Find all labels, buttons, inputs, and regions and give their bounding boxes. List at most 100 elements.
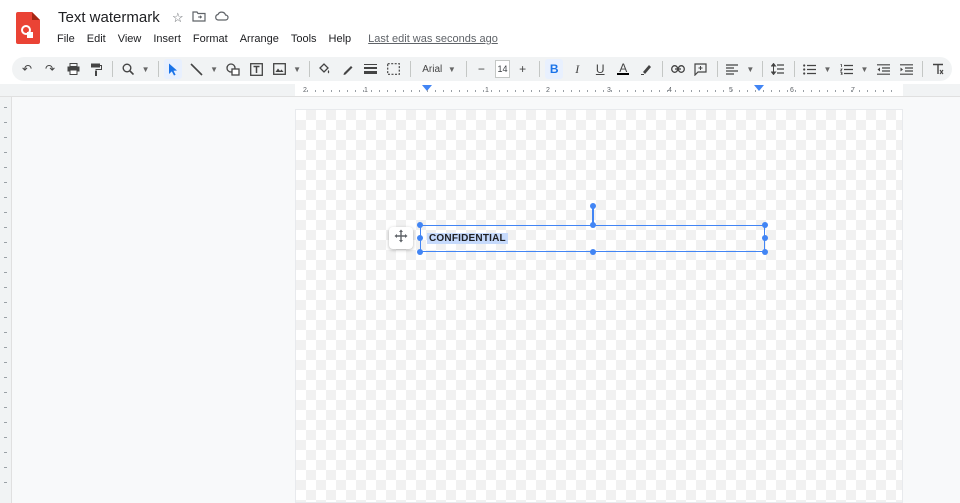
print-icon[interactable] xyxy=(64,59,82,79)
vertical-ruler-tick xyxy=(4,347,7,348)
toolbar-divider xyxy=(465,61,467,77)
image-icon[interactable] xyxy=(270,59,288,79)
zoom-icon[interactable] xyxy=(119,59,137,79)
text-box-icon[interactable] xyxy=(247,59,265,79)
vertical-ruler-tick xyxy=(4,422,7,423)
decrease-indent-icon[interactable] xyxy=(874,59,892,79)
vertical-ruler-tick xyxy=(4,437,7,438)
drawings-app-icon[interactable] xyxy=(16,12,40,44)
numbered-list-icon[interactable] xyxy=(837,59,855,79)
line-tool-icon[interactable] xyxy=(187,59,205,79)
add-comment-icon[interactable] xyxy=(692,59,710,79)
bulleted-list-dropdown-icon[interactable]: ▼ xyxy=(823,59,832,79)
select-tool-icon[interactable] xyxy=(164,59,183,79)
align-icon[interactable] xyxy=(723,59,741,79)
underline-button[interactable]: U xyxy=(591,59,609,79)
font-size-input[interactable]: 14 xyxy=(495,60,510,78)
vertical-ruler-tick xyxy=(4,212,7,213)
fill-color-icon[interactable] xyxy=(316,59,334,79)
resize-handle-bottom-left[interactable] xyxy=(417,249,423,255)
text-color-button[interactable]: A xyxy=(614,59,632,79)
border-color-icon[interactable] xyxy=(339,59,357,79)
increase-font-size-button[interactable]: + xyxy=(514,59,532,79)
undo-icon[interactable]: ↶ xyxy=(18,59,36,79)
watermark-text[interactable]: CONFIDENTIAL xyxy=(427,233,508,244)
ruler-dot xyxy=(611,90,612,92)
ruler-label: 1 xyxy=(485,87,489,94)
vertical-ruler[interactable] xyxy=(0,97,12,503)
bulleted-list-icon[interactable] xyxy=(800,59,818,79)
image-dropdown-icon[interactable]: ▼ xyxy=(293,59,301,79)
menu-view[interactable]: View xyxy=(117,32,143,46)
menu-format[interactable]: Format xyxy=(192,32,229,46)
resize-handle-top-left[interactable] xyxy=(417,222,423,228)
ruler-dot xyxy=(883,90,884,92)
last-edit-link[interactable]: Last edit was seconds ago xyxy=(368,33,498,45)
align-dropdown-icon[interactable]: ▼ xyxy=(746,59,754,79)
insert-link-icon[interactable] xyxy=(669,59,687,79)
rotate-handle[interactable] xyxy=(590,203,596,209)
text-color-glyph: A xyxy=(619,61,628,75)
vertical-ruler-tick xyxy=(4,167,7,168)
cloud-saved-icon[interactable] xyxy=(214,9,229,27)
ruler-dot xyxy=(731,90,732,92)
ruler-dot xyxy=(843,90,844,92)
move-handle[interactable] xyxy=(389,227,413,249)
menu-edit[interactable]: Edit xyxy=(86,32,107,46)
ruler-dot xyxy=(851,90,852,92)
clear-formatting-icon[interactable] xyxy=(929,59,947,79)
drawing-canvas[interactable] xyxy=(295,109,903,503)
vertical-ruler-tick xyxy=(4,482,7,483)
ruler-dot xyxy=(723,90,724,92)
ruler-dot xyxy=(315,90,316,92)
shape-tool-icon[interactable] xyxy=(224,59,242,79)
vertical-ruler-tick xyxy=(4,332,7,333)
ruler-dot xyxy=(323,90,324,92)
ruler-dot xyxy=(451,90,452,92)
document-title[interactable]: Text watermark xyxy=(58,9,160,26)
resize-handle-bottom[interactable] xyxy=(590,249,596,255)
decrease-font-size-button[interactable]: − xyxy=(472,59,490,79)
ruler-dot xyxy=(475,90,476,92)
ruler-dot xyxy=(523,90,524,92)
star-icon[interactable]: ☆ xyxy=(172,9,184,27)
zoom-dropdown-icon[interactable]: ▼ xyxy=(142,59,150,79)
menu-file[interactable]: File xyxy=(56,32,76,46)
toolbar-divider xyxy=(538,61,540,77)
ruler-track[interactable]: 2 1 1 2 3 4 5 6 7 xyxy=(295,84,903,96)
line-dropdown-icon[interactable]: ▼ xyxy=(210,59,218,79)
border-dash-icon[interactable] xyxy=(385,59,403,79)
bold-button[interactable]: B xyxy=(545,59,564,79)
font-family-dropdown-icon: ▼ xyxy=(447,64,456,74)
highlight-color-icon[interactable] xyxy=(637,59,655,79)
italic-button[interactable]: I xyxy=(568,59,586,79)
ruler-dot xyxy=(379,90,380,92)
resize-handle-bottom-right[interactable] xyxy=(762,249,768,255)
title-bar: Text watermark ☆ File Edit View Insert F… xyxy=(0,0,960,54)
vertical-ruler-tick xyxy=(4,122,7,123)
ruler-dot xyxy=(331,90,332,92)
vertical-ruler-tick xyxy=(4,287,7,288)
move-to-folder-icon[interactable] xyxy=(192,9,206,27)
resize-handle-left[interactable] xyxy=(417,235,423,241)
menu-tools[interactable]: Tools xyxy=(290,32,318,46)
menu-arrange[interactable]: Arrange xyxy=(239,32,280,46)
ruler-dot xyxy=(675,90,676,92)
redo-icon[interactable]: ↷ xyxy=(41,59,59,79)
ruler-dot xyxy=(659,90,660,92)
vertical-ruler-tick xyxy=(4,407,7,408)
resize-handle-top-right[interactable] xyxy=(762,222,768,228)
font-family-select[interactable]: Arial ▼ xyxy=(416,59,460,79)
ruler-dot xyxy=(891,90,892,92)
paint-format-icon[interactable] xyxy=(87,59,105,79)
menu-help[interactable]: Help xyxy=(328,32,353,46)
numbered-list-dropdown-icon[interactable]: ▼ xyxy=(860,59,869,79)
resize-handle-top[interactable] xyxy=(590,222,596,228)
ruler-dot xyxy=(635,90,636,92)
border-weight-icon[interactable] xyxy=(362,59,380,79)
resize-handle-right[interactable] xyxy=(762,235,768,241)
increase-indent-icon[interactable] xyxy=(897,59,915,79)
vertical-ruler-tick xyxy=(4,227,7,228)
line-spacing-icon[interactable] xyxy=(769,59,787,79)
menu-insert[interactable]: Insert xyxy=(152,32,182,46)
